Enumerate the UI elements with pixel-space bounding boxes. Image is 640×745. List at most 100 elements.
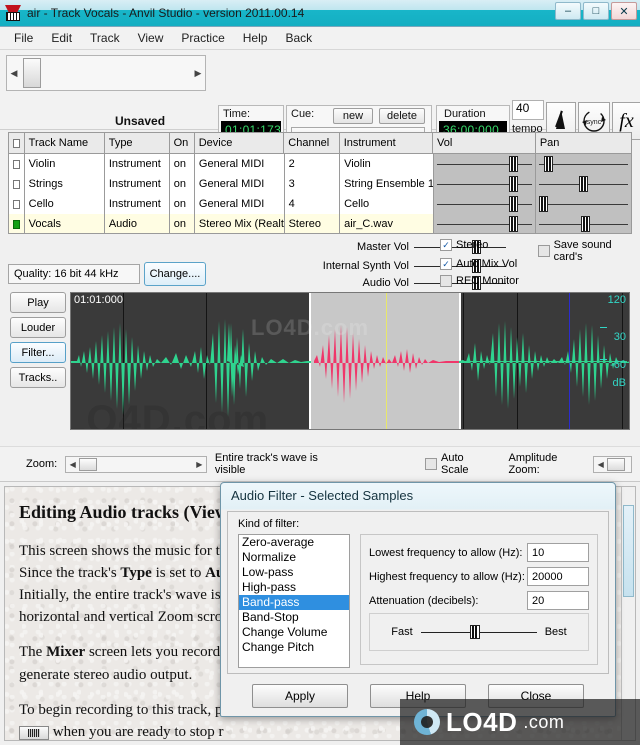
table-row[interactable]: Strings Instrument on General MIDI 3 String E… (9, 174, 631, 194)
amplitude-left-arrow[interactable]: ◀ (594, 460, 607, 469)
cell-vol-slider[interactable] (433, 194, 537, 214)
zoom-left-arrow[interactable]: ◀ (66, 460, 79, 469)
row-select-indicator[interactable] (13, 199, 20, 209)
filter-list[interactable]: Zero-average Normalize Low-pass High-pass Ba… (238, 534, 350, 668)
row-select-cell[interactable] (9, 194, 25, 214)
cell-instrument[interactable]: String Ensemble 1 (340, 174, 434, 194)
minimize-button[interactable]: – (555, 2, 581, 20)
cell-track-name[interactable]: Vocals (25, 214, 105, 233)
cell-track-name[interactable]: Violin (25, 154, 105, 174)
tempo-field[interactable]: 40 (512, 100, 544, 120)
cell-on[interactable]: on (170, 214, 195, 233)
menu-item-view[interactable]: View (130, 28, 172, 48)
anvil-studio-window: air - Track Vocals - Anvil Studio - vers… (0, 0, 640, 745)
menu-item-help[interactable]: Help (235, 28, 276, 48)
save-sound-card-checkbox[interactable]: Save sound card's (538, 239, 640, 263)
close-button[interactable]: ✕ (611, 2, 637, 20)
filter-option[interactable]: Normalize (239, 550, 349, 565)
table-row[interactable]: Vocals Audio on Stereo Mix (Realte Stereo air… (9, 214, 631, 233)
zoom-thumb[interactable] (79, 457, 98, 471)
cell-instrument[interactable]: air_C.wav (340, 214, 434, 233)
cell-channel[interactable]: 3 (285, 174, 341, 194)
cell-device[interactable]: General MIDI (195, 174, 285, 194)
amplitude-zoom-scrollbar[interactable]: ◀ (593, 455, 632, 473)
play-audio-button[interactable]: Play (10, 292, 66, 313)
cell-pan-slider[interactable] (536, 174, 631, 194)
zoom-right-arrow[interactable]: ▶ (193, 460, 206, 469)
cell-channel[interactable]: 4 (285, 194, 341, 214)
change-quality-button[interactable]: Change.... (144, 262, 206, 286)
row-select-indicator[interactable] (13, 219, 20, 229)
maximize-button[interactable]: □ (583, 2, 609, 20)
table-row[interactable]: Cello Instrument on General MIDI 4 Cello (9, 194, 631, 214)
scroll-track[interactable] (41, 56, 191, 90)
header-device: Device (195, 133, 285, 153)
row-select-cell[interactable] (9, 154, 25, 174)
cell-on[interactable]: on (170, 154, 195, 174)
rec-monitor-checkbox[interactable]: REC Monitor (440, 275, 519, 287)
lowest-frequency-input[interactable]: 10 (527, 543, 589, 562)
cell-device[interactable]: General MIDI (195, 194, 285, 214)
cell-device[interactable]: General MIDI (195, 154, 285, 174)
position-scrollbar[interactable]: ◀ ▶ (6, 55, 206, 91)
row-select-indicator[interactable] (13, 159, 20, 169)
tracks-button[interactable]: Tracks.. (10, 367, 66, 388)
filter-option[interactable]: Low-pass (239, 565, 349, 580)
menu-item-back[interactable]: Back (277, 28, 320, 48)
menu-item-file[interactable]: File (6, 28, 41, 48)
filter-option[interactable]: Band-pass (239, 595, 349, 610)
cell-vol-slider[interactable] (433, 174, 537, 194)
row-select-cell[interactable] (9, 174, 25, 194)
cell-type[interactable]: Audio (105, 214, 170, 233)
cell-pan-slider[interactable] (536, 194, 631, 214)
louder-button[interactable]: Louder (10, 317, 66, 338)
help-scroll-thumb[interactable] (623, 505, 634, 597)
db-tick-neg60: -60 (610, 359, 626, 371)
cell-track-name[interactable]: Strings (25, 174, 105, 194)
cell-vol-slider[interactable] (433, 214, 537, 233)
cell-type[interactable]: Instrument (105, 154, 170, 174)
cell-instrument[interactable]: Violin (340, 154, 434, 174)
cue-delete-button[interactable]: delete (379, 108, 425, 124)
scroll-thumb[interactable] (23, 58, 41, 88)
cell-instrument[interactable]: Cello (340, 194, 434, 214)
cell-pan-slider[interactable] (536, 154, 631, 174)
cue-new-button[interactable]: new (333, 108, 373, 124)
scroll-left-arrow[interactable]: ◀ (7, 68, 21, 79)
attenuation-input[interactable]: 20 (527, 591, 589, 610)
cell-pan-slider[interactable] (536, 214, 631, 233)
row-select-indicator[interactable] (13, 179, 20, 189)
auto-scale-checkbox[interactable]: Auto Scale (425, 452, 492, 476)
cell-channel[interactable]: 2 (285, 154, 341, 174)
cell-type[interactable]: Instrument (105, 174, 170, 194)
scroll-right-arrow[interactable]: ▶ (191, 68, 205, 79)
cell-vol-slider[interactable] (433, 154, 537, 174)
cell-channel[interactable]: Stereo (285, 214, 341, 233)
filter-option[interactable]: Zero-average (239, 535, 349, 550)
waveform-display[interactable]: 01:01:000 LO4D.com LO4D.com 120 30 -60 d… (70, 292, 630, 430)
filter-button[interactable]: Filter... (10, 342, 66, 363)
highest-frequency-input[interactable]: 20000 (527, 567, 589, 586)
table-row[interactable]: Violin Instrument on General MIDI 2 Violin (9, 154, 631, 174)
filter-option[interactable]: Change Volume (239, 625, 349, 640)
cell-on[interactable]: on (170, 174, 195, 194)
menu-item-edit[interactable]: Edit (43, 28, 80, 48)
speed-quality-slider[interactable] (420, 624, 537, 640)
filter-option[interactable]: Band-Stop (239, 610, 349, 625)
cell-type[interactable]: Instrument (105, 194, 170, 214)
cell-device[interactable]: Stereo Mix (Realte (195, 214, 285, 233)
cell-track-name[interactable]: Cello (25, 194, 105, 214)
horizontal-zoom-scrollbar[interactable]: ◀ ▶ (65, 455, 207, 473)
cell-on[interactable]: on (170, 194, 195, 214)
filter-option[interactable]: High-pass (239, 580, 349, 595)
menu-item-practice[interactable]: Practice (173, 28, 232, 48)
auto-mix-vol-checkbox[interactable]: ✓ Auto Mix Vol (440, 258, 517, 270)
select-all-checkbox[interactable] (13, 138, 20, 148)
filter-option[interactable]: Change Pitch (239, 640, 349, 655)
header-pan: Pan (535, 133, 631, 153)
apply-button[interactable]: Apply (252, 684, 348, 708)
stereo-checkbox[interactable]: ✓ Stereo (440, 239, 488, 251)
amplitude-thumb[interactable] (607, 457, 626, 471)
row-select-cell[interactable] (9, 214, 25, 233)
menu-item-track[interactable]: Track (82, 28, 128, 48)
